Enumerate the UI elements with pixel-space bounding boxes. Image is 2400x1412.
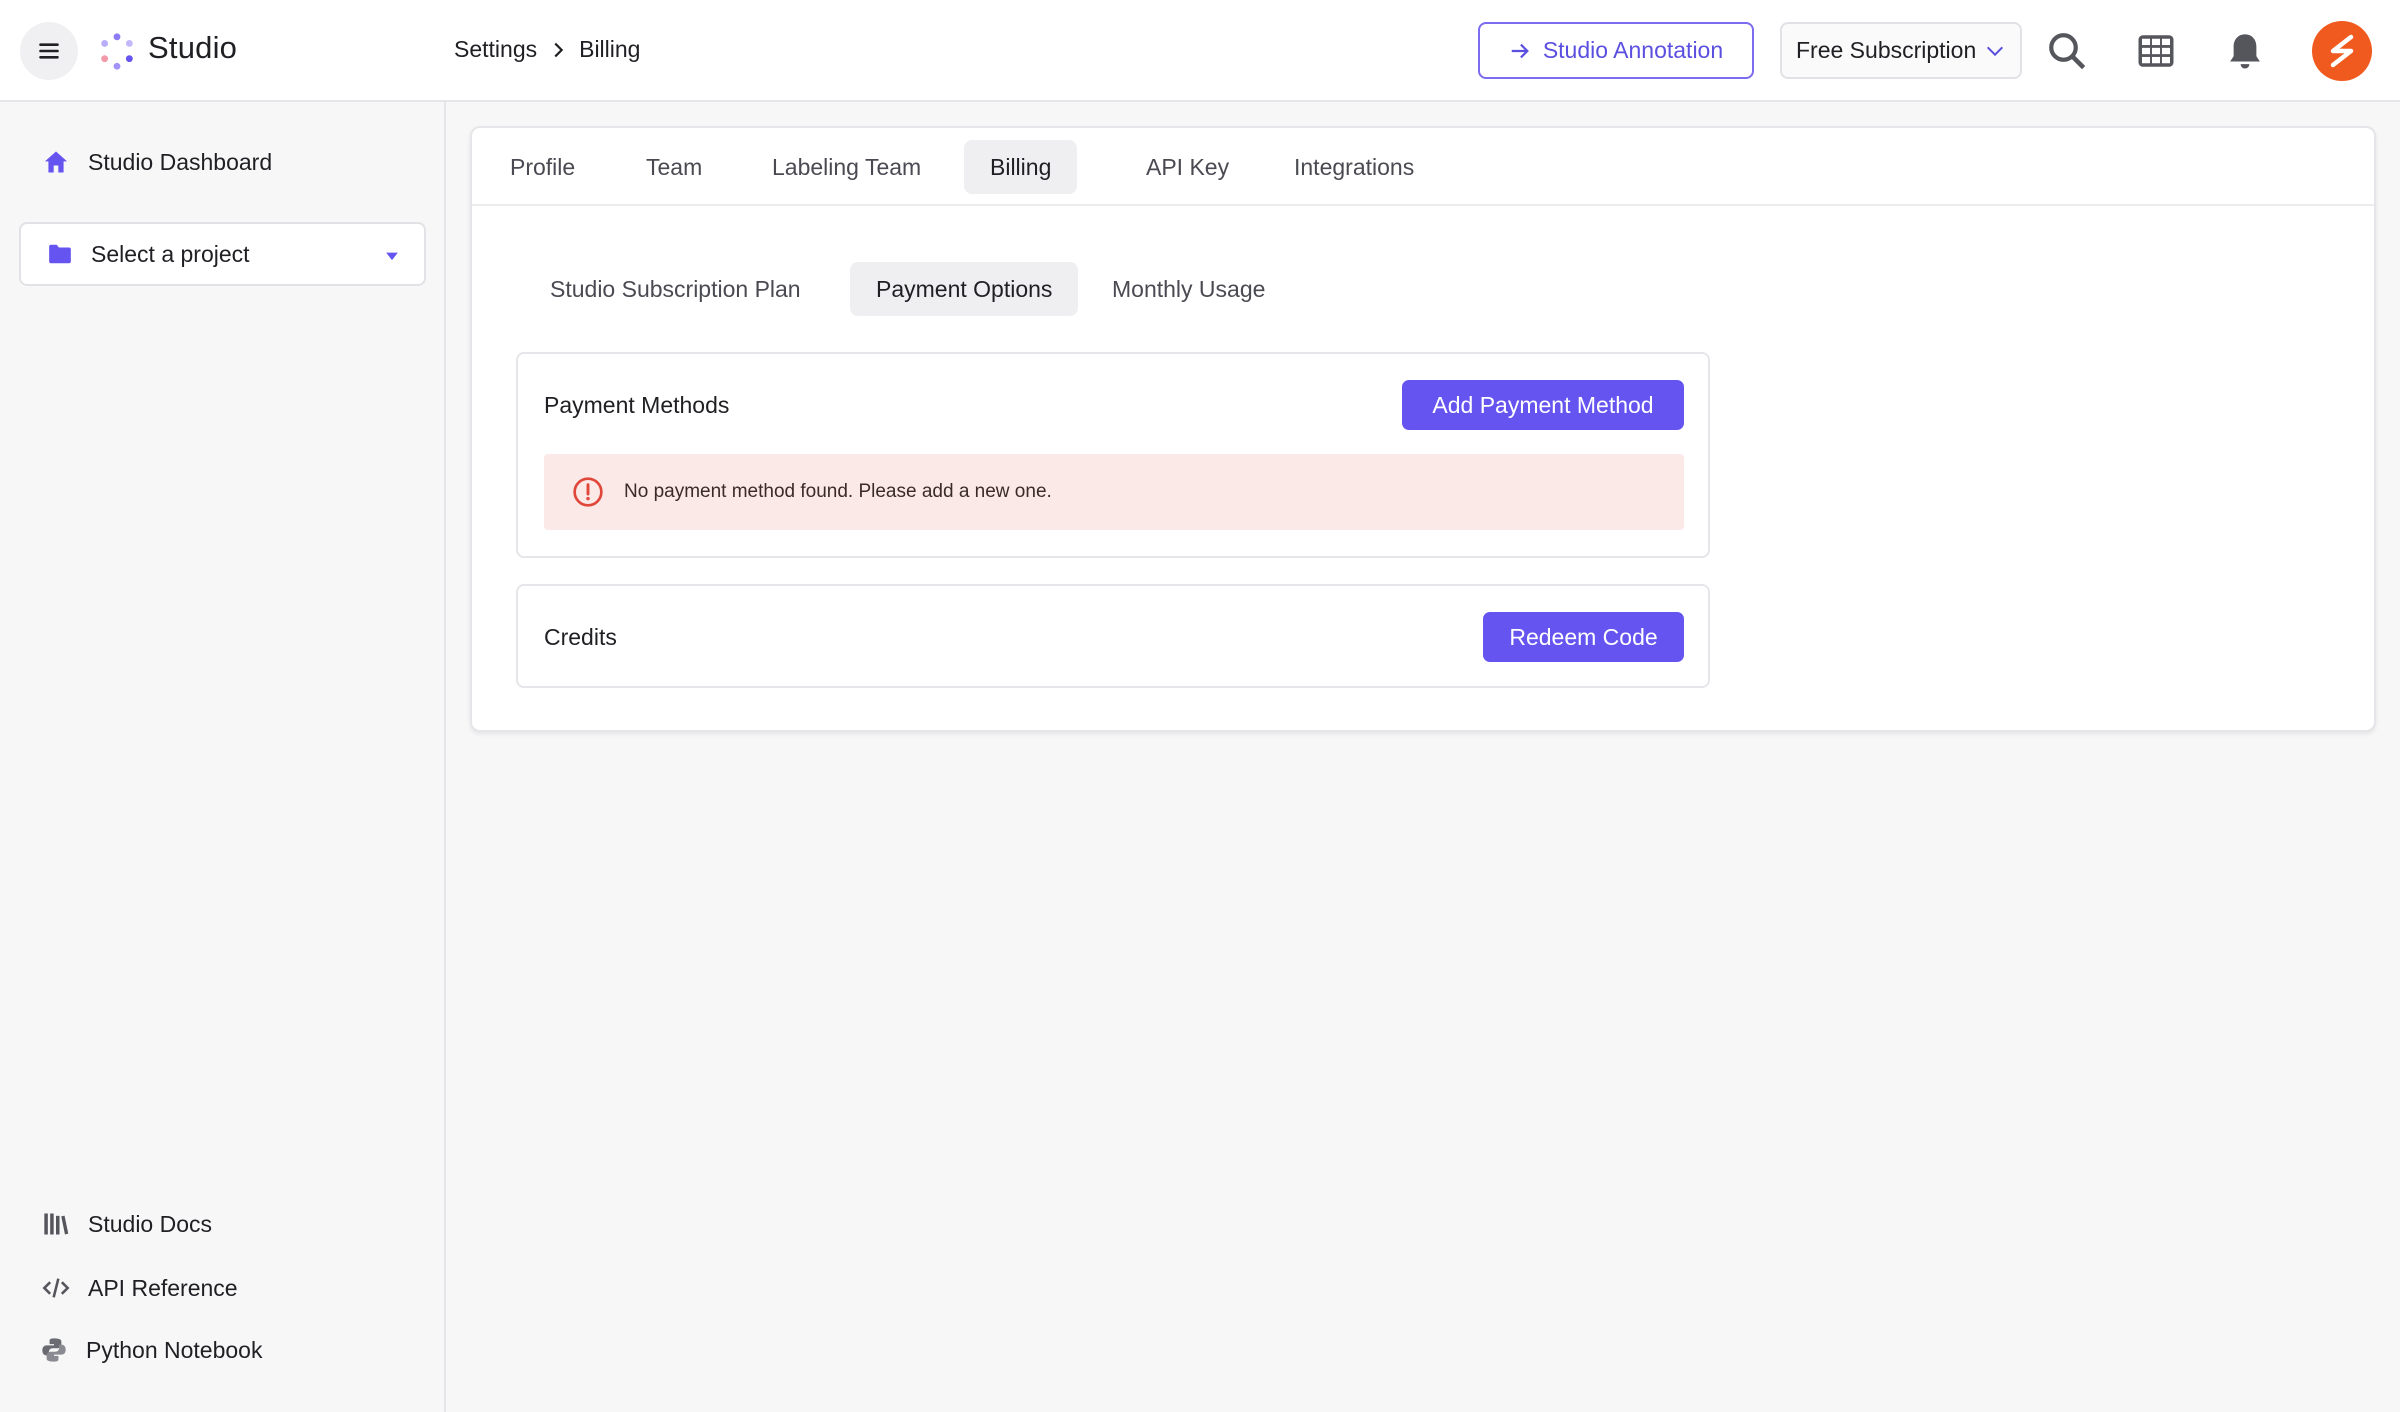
subtab-payment-options[interactable]: Payment Options [850,262,1079,316]
tab-api-key[interactable]: API Key [1120,140,1255,194]
studio-annotation-button[interactable]: Studio Annotation [1478,22,1754,79]
caret-down-icon [386,252,398,261]
hamburger-icon [39,43,59,59]
sidebar-item-label: API Reference [88,1274,238,1301]
top-bar: Studio Settings Billing Studio Annotatio… [0,0,2400,102]
notifications-button[interactable] [2224,30,2266,72]
payment-methods-title: Payment Methods [544,392,730,418]
tab-integrations[interactable]: Integrations [1268,140,1440,194]
studio-annotation-label: Studio Annotation [1542,37,1724,63]
project-select-label: Select a project [91,240,250,267]
subtab-subscription-plan[interactable]: Studio Subscription Plan [524,262,827,316]
apps-button[interactable] [2135,30,2177,72]
subscription-select[interactable]: Free Subscription [1780,22,2022,79]
brand-name: Studio [148,30,238,65]
settings-tabs: Profile Team Labeling Team Billing API K… [472,128,2374,206]
redeem-code-button[interactable]: Redeem Code [1483,612,1684,662]
menu-button[interactable] [20,22,78,80]
breadcrumb-billing: Billing [579,36,641,62]
credits-title: Credits [544,624,617,650]
no-payment-alert: No payment method found. Please add a ne… [544,454,1684,530]
subtab-monthly-usage[interactable]: Monthly Usage [1086,262,1291,316]
sidebar-item-python-notebook[interactable]: Python Notebook [40,1336,262,1364]
subscription-label: Free Subscription [1796,37,1977,63]
add-payment-method-button[interactable]: Add Payment Method [1402,380,1684,430]
arrow-right-icon [1511,43,1529,58]
home-icon [44,151,68,173]
avatar-logo-icon [2330,34,2354,68]
tab-profile[interactable]: Profile [484,140,601,194]
sidebar-item-docs[interactable]: Studio Docs [42,1210,212,1238]
settings-panel: Profile Team Labeling Team Billing API K… [470,126,2376,732]
studio-logo-icon [101,33,133,70]
breadcrumb: Settings Billing [454,36,640,63]
library-icon [44,1213,69,1235]
credits-card: Credits Redeem Code [516,584,1710,688]
search-button[interactable] [2046,30,2088,72]
sidebar-item-api-reference[interactable]: API Reference [42,1274,238,1302]
payment-methods-card: Payment Methods Add Payment Method No pa… [516,352,1710,558]
sidebar-item-dashboard[interactable]: Studio Dashboard [42,148,272,176]
python-icon [42,1338,66,1362]
sidebar-item-label: Studio Dashboard [88,148,273,175]
user-avatar[interactable] [2312,21,2372,81]
tab-labeling-team[interactable]: Labeling Team [746,140,947,194]
grid-icon [2138,35,2174,67]
chevron-right-icon [554,42,564,57]
code-icon [42,1278,70,1298]
search-icon [2049,33,2086,70]
sidebar: Studio Dashboard Select a project Studio… [0,102,446,1412]
tab-billing[interactable]: Billing [964,140,1078,194]
folder-icon [49,244,71,264]
breadcrumb-settings[interactable]: Settings [454,36,537,63]
chevron-down-icon [1987,46,2004,56]
sidebar-item-label: Python Notebook [86,1336,263,1363]
tab-team[interactable]: Team [620,140,728,194]
error-icon [573,477,603,507]
sidebar-item-label: Studio Docs [88,1210,213,1237]
project-select[interactable]: Select a project [19,222,426,286]
alert-message: No payment method found. Please add a ne… [624,481,1052,502]
bell-icon [2230,34,2260,69]
